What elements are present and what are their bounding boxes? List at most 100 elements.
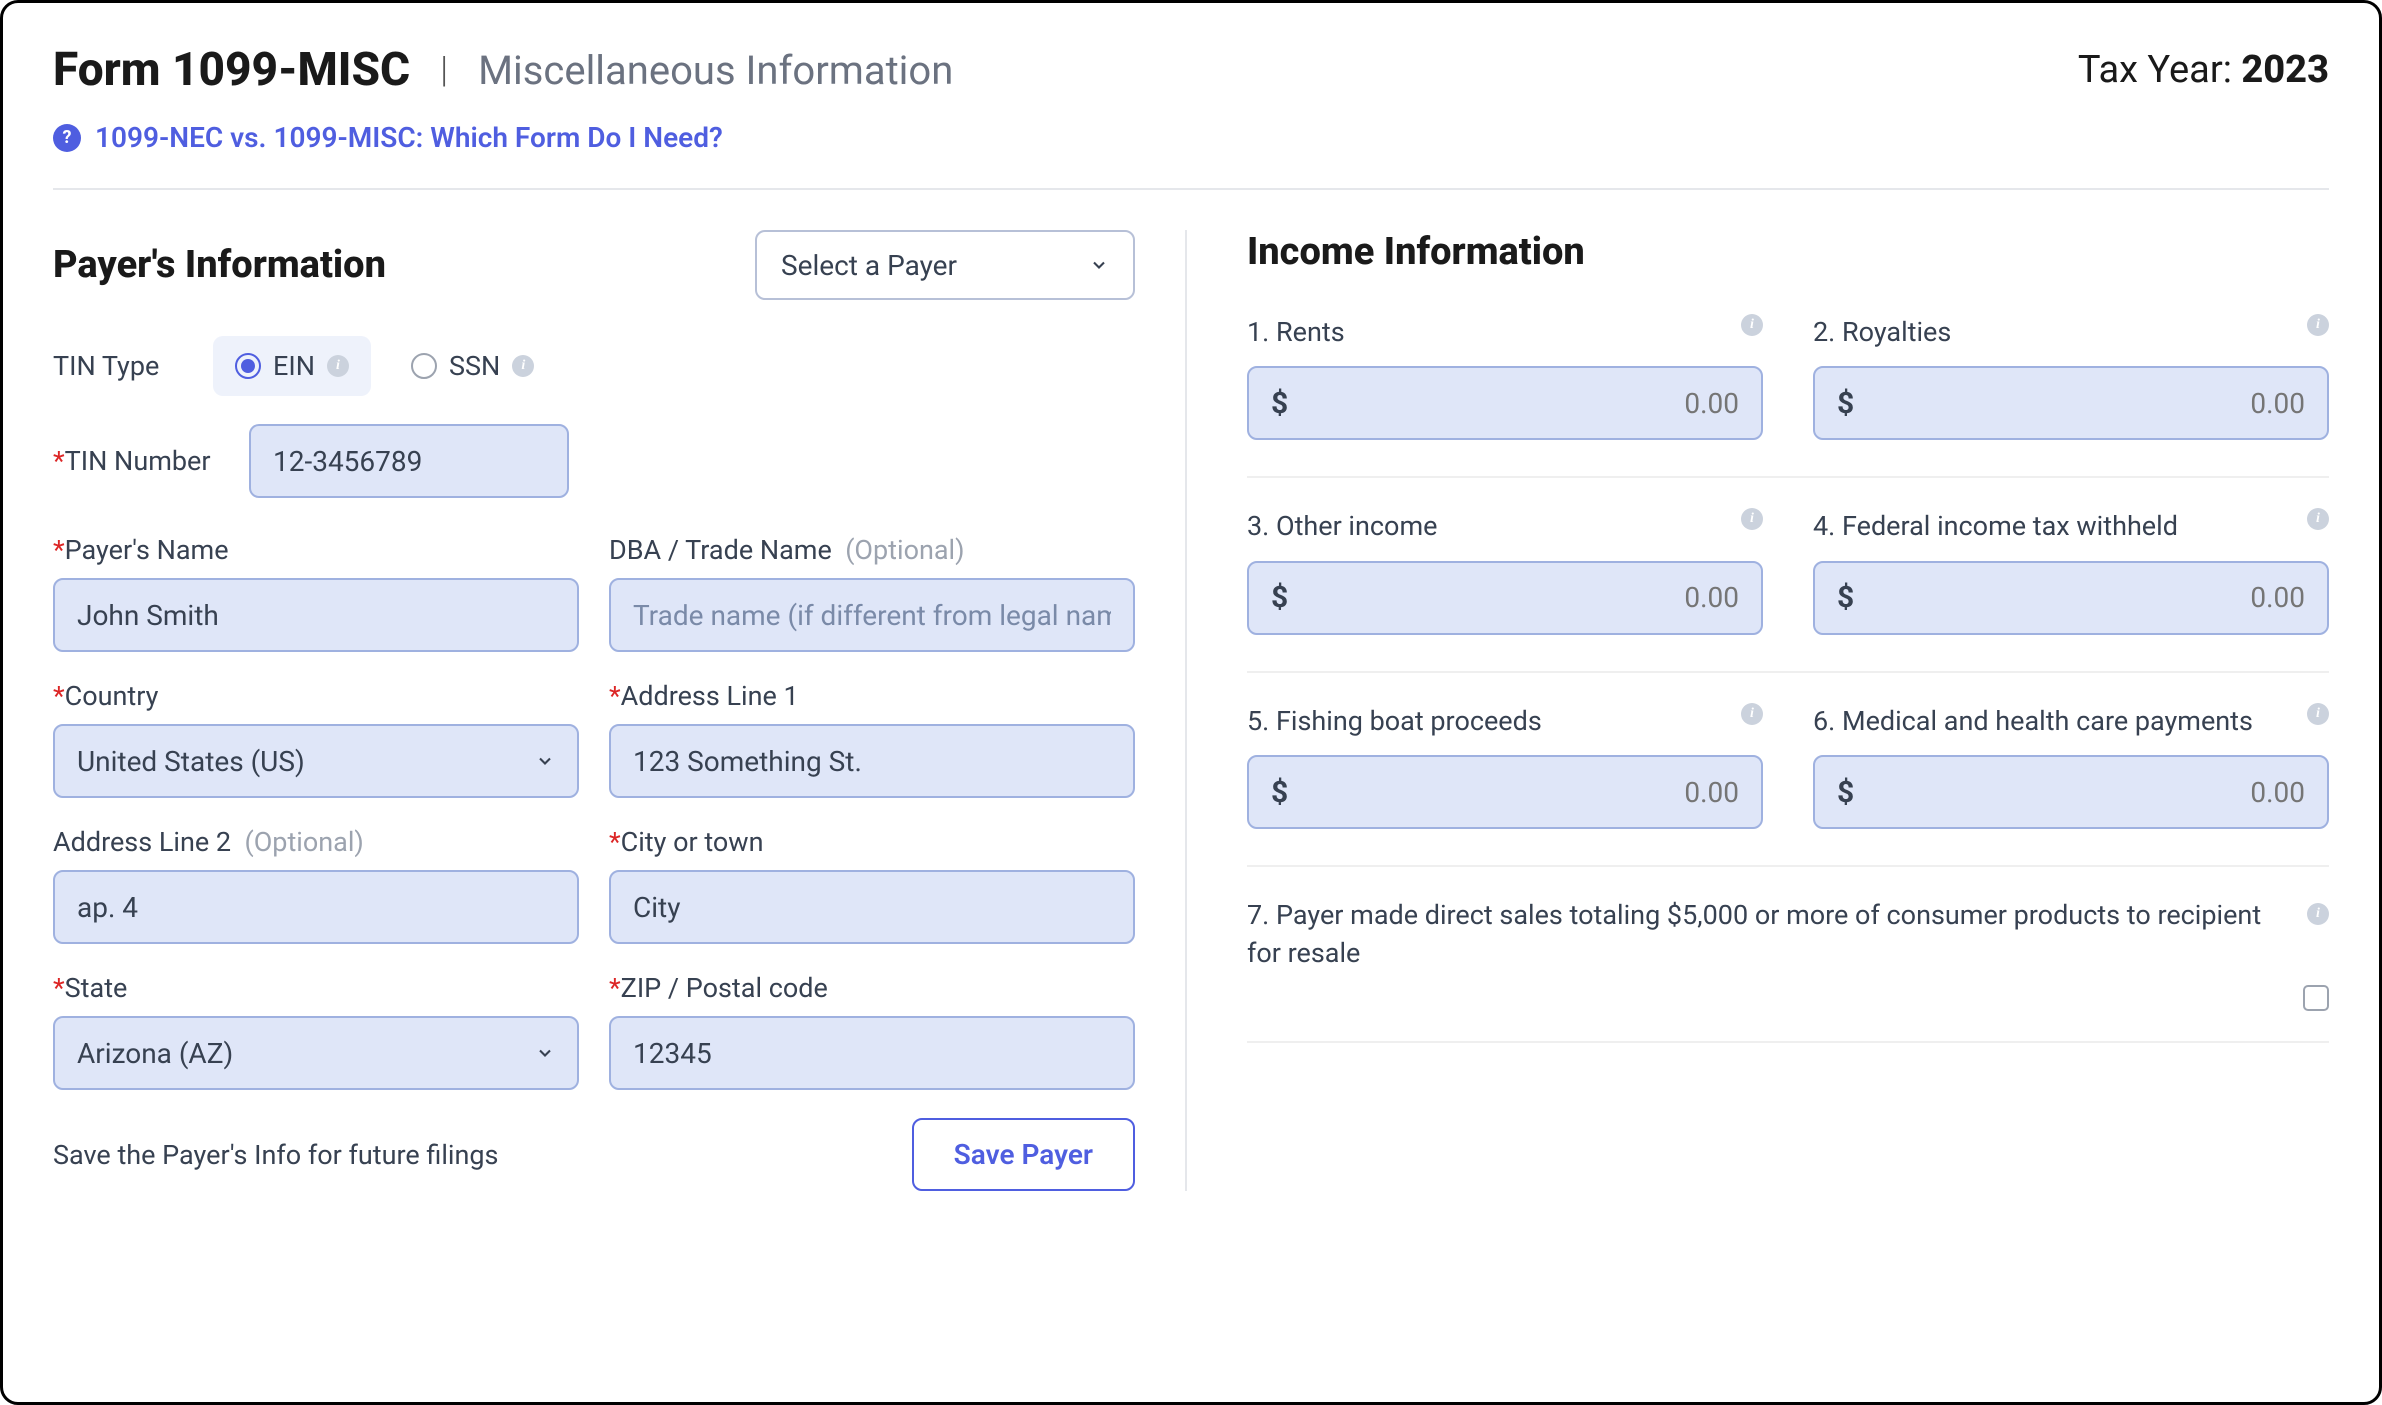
state-field: *State Arizona (AZ): [53, 972, 579, 1090]
ein-label: EIN: [273, 350, 315, 382]
info-icon[interactable]: i: [512, 355, 534, 377]
box5-field: 5. Fishing boat proceeds i $: [1247, 703, 1763, 829]
info-icon[interactable]: i: [2307, 508, 2329, 530]
box1-label: 1. Rents: [1247, 314, 1345, 350]
addr2-field: Address Line 2 (Optional): [53, 826, 579, 944]
help-link[interactable]: 1099-NEC vs. 1099-MISC: Which Form Do I …: [95, 121, 723, 154]
box2-input[interactable]: [1854, 387, 2305, 420]
header-left: Form 1099-MISC | Miscellaneous Informati…: [53, 43, 953, 97]
save-payer-row: Save the Payer's Info for future filings…: [53, 1118, 1135, 1191]
country-value: United States (US): [77, 745, 305, 778]
income-row-3-4: 3. Other income i $ 4. Federal income ta…: [1247, 508, 2329, 672]
box7-row: 7. Payer made direct sales totaling $5,0…: [1247, 897, 2329, 1043]
addr2-label: Address Line 2 (Optional): [53, 826, 579, 858]
info-icon[interactable]: i: [2307, 703, 2329, 725]
info-icon[interactable]: i: [327, 355, 349, 377]
info-icon[interactable]: i: [1741, 703, 1763, 725]
box3-input[interactable]: [1288, 581, 1739, 614]
tin-type-radio-group: EIN i SSN i: [213, 336, 556, 396]
dba-input[interactable]: [609, 578, 1135, 652]
tin-number-label: *TIN Number: [53, 445, 213, 477]
addr2-city-row: Address Line 2 (Optional) *City or town: [53, 826, 1135, 944]
income-row-5-6: 5. Fishing boat proceeds i $ 6. Medical …: [1247, 703, 2329, 867]
info-icon[interactable]: i: [1741, 314, 1763, 336]
header-separator: [53, 188, 2329, 190]
dollar-icon: $: [1837, 580, 1854, 615]
state-label: *State: [53, 972, 579, 1004]
info-icon[interactable]: i: [2307, 314, 2329, 336]
tax-year: Tax Year: 2023: [2078, 48, 2329, 92]
tin-type-label: TIN Type: [53, 350, 183, 382]
payer-name-field: *Payer's Name: [53, 534, 579, 652]
box5-label: 5. Fishing boat proceeds: [1247, 703, 1542, 739]
box2-field: 2. Royalties i $: [1813, 314, 2329, 440]
box4-input-wrapper: $: [1813, 561, 2329, 635]
title-divider: |: [440, 49, 448, 91]
payer-section-title: Payer's Information: [53, 243, 386, 287]
state-select[interactable]: Arizona (AZ): [53, 1016, 579, 1090]
city-input[interactable]: [609, 870, 1135, 944]
city-field: *City or town: [609, 826, 1135, 944]
box5-input[interactable]: [1288, 776, 1739, 809]
addr2-input[interactable]: [53, 870, 579, 944]
tin-type-ein-radio[interactable]: EIN i: [213, 336, 371, 396]
select-payer-placeholder: Select a Payer: [781, 249, 957, 282]
box6-input[interactable]: [1854, 776, 2305, 809]
dollar-icon: $: [1271, 580, 1288, 615]
select-payer-dropdown[interactable]: Select a Payer: [755, 230, 1135, 300]
income-row-1-2: 1. Rents i $ 2. Royalties i $: [1247, 314, 2329, 478]
country-select[interactable]: United States (US): [53, 724, 579, 798]
addr1-input[interactable]: [609, 724, 1135, 798]
addr1-field: *Address Line 1: [609, 680, 1135, 798]
income-section-title: Income Information: [1247, 230, 2329, 274]
tax-year-label: Tax Year:: [2078, 48, 2241, 92]
box6-label: 6. Medical and health care payments: [1813, 703, 2253, 739]
tin-number-input[interactable]: [249, 424, 569, 498]
save-payer-button[interactable]: Save Payer: [912, 1118, 1135, 1191]
box6-field: 6. Medical and health care payments i $: [1813, 703, 2329, 829]
zip-label: *ZIP / Postal code: [609, 972, 1135, 1004]
info-icon[interactable]: i: [1741, 508, 1763, 530]
dba-label: DBA / Trade Name (Optional): [609, 534, 1135, 566]
box7-checkbox[interactable]: [2303, 985, 2329, 1011]
box4-input[interactable]: [1854, 581, 2305, 614]
tin-type-ssn-radio[interactable]: SSN i: [389, 336, 556, 396]
box1-input-wrapper: $: [1247, 366, 1763, 440]
box1-field: 1. Rents i $: [1247, 314, 1763, 440]
tax-year-value: 2023: [2241, 48, 2329, 92]
chevron-down-icon: [1089, 255, 1109, 275]
radio-selected-icon: [235, 353, 261, 379]
state-value: Arizona (AZ): [77, 1037, 233, 1070]
tin-number-row: *TIN Number: [53, 424, 1135, 498]
help-icon: ?: [53, 124, 81, 152]
dollar-icon: $: [1837, 386, 1854, 421]
box6-input-wrapper: $: [1813, 755, 2329, 829]
chevron-down-icon: [535, 1043, 555, 1063]
payer-column: Payer's Information Select a Payer TIN T…: [53, 230, 1187, 1191]
payer-name-input[interactable]: [53, 578, 579, 652]
page-header: Form 1099-MISC | Miscellaneous Informati…: [53, 43, 2329, 97]
payer-name-label: *Payer's Name: [53, 534, 579, 566]
box2-label: 2. Royalties: [1813, 314, 1951, 350]
main-columns: Payer's Information Select a Payer TIN T…: [53, 230, 2329, 1191]
form-1099-misc-page: Form 1099-MISC | Miscellaneous Informati…: [0, 0, 2382, 1405]
country-addr1-row: *Country United States (US) *Address Lin…: [53, 680, 1135, 798]
city-label: *City or town: [609, 826, 1135, 858]
radio-unselected-icon: [411, 353, 437, 379]
box4-label: 4. Federal income tax withheld: [1813, 508, 2178, 544]
dollar-icon: $: [1271, 775, 1288, 810]
box3-input-wrapper: $: [1247, 561, 1763, 635]
country-field: *Country United States (US): [53, 680, 579, 798]
box1-input[interactable]: [1288, 387, 1739, 420]
country-label: *Country: [53, 680, 579, 712]
form-title: Form 1099-MISC: [53, 43, 410, 97]
info-icon[interactable]: i: [2307, 903, 2329, 925]
addr1-label: *Address Line 1: [609, 680, 1135, 712]
box7-label: 7. Payer made direct sales totaling $5,0…: [1247, 897, 2297, 973]
zip-field: *ZIP / Postal code: [609, 972, 1135, 1090]
zip-input[interactable]: [609, 1016, 1135, 1090]
ssn-label: SSN: [449, 350, 500, 382]
state-zip-row: *State Arizona (AZ) *ZIP / Postal code: [53, 972, 1135, 1090]
chevron-down-icon: [535, 751, 555, 771]
tin-type-row: TIN Type EIN i SSN i: [53, 336, 1135, 396]
